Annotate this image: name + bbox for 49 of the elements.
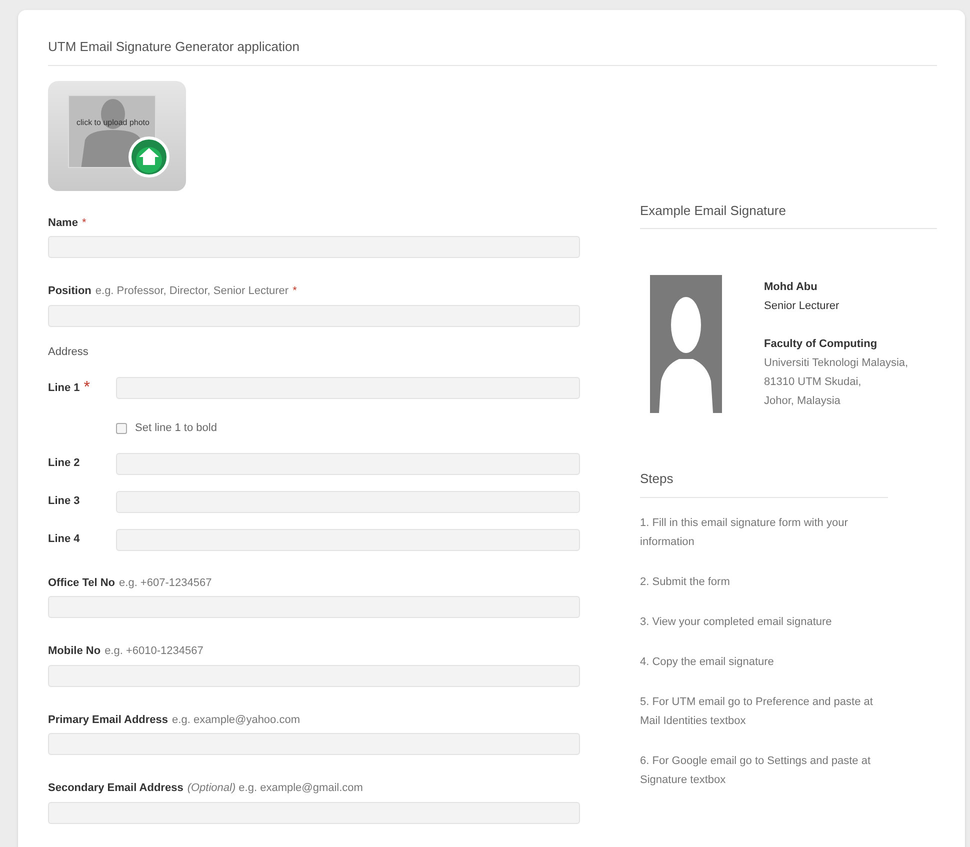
input-field[interactable] [48, 304, 580, 326]
step-text: 4. Copy the email signature [640, 654, 775, 670]
field-label: Name [48, 216, 78, 230]
step-text: 6. For Google email go to Settings and paste at Signature textbox [640, 754, 872, 788]
upload-icon [128, 136, 170, 178]
required-asterisk: * [82, 216, 86, 230]
required-asterisk: * [84, 378, 90, 398]
input-field[interactable] [48, 802, 580, 824]
field-label: Line 1 [48, 380, 80, 396]
signature-text: Johor, Malaysia [764, 394, 842, 409]
input-field[interactable] [48, 664, 580, 686]
photo-upload-button[interactable]: click to upload photo [48, 80, 186, 190]
signature-text: Senior Lecturer [764, 299, 840, 314]
field-label: Primary Email Address [48, 712, 168, 728]
field-hint: e.g. +6010-1234567 [104, 644, 204, 659]
input-field[interactable] [116, 377, 580, 399]
input-field[interactable] [48, 733, 580, 755]
page-title: UTM Email Signature Generator application [48, 37, 937, 66]
input-field[interactable] [116, 452, 580, 474]
upload-caption: click to upload photo [76, 118, 150, 126]
field-hint: e.g. Professor, Director, Senior Lecturer [95, 284, 289, 299]
field-label: Position [48, 284, 92, 299]
signature-text: Mohd Abu [764, 280, 818, 295]
section-heading: Example Email Signature [640, 200, 937, 229]
field-label: Secondary Email Address [48, 781, 184, 796]
section-label: Address [48, 344, 90, 360]
signature-text: Universiti Teknologi Malaysia, [764, 356, 908, 371]
input-field[interactable] [116, 490, 580, 512]
signature-text: 81310 UTM Skudai, [764, 375, 862, 390]
field-label: Line 2 [48, 456, 80, 472]
field-label: Mobile No [48, 644, 101, 659]
step-text: 2. Submit the form [640, 574, 731, 590]
required-asterisk: * [292, 284, 297, 299]
section-heading: Steps [640, 469, 888, 498]
input-field[interactable] [48, 596, 580, 618]
checkbox[interactable] [116, 422, 127, 434]
input-field[interactable] [48, 236, 580, 258]
signature-text: Faculty of Computing [764, 337, 878, 352]
step-text: 1. Fill in this email signature form with your information [640, 516, 849, 550]
field-label: Office Tel No [48, 576, 116, 590]
checkbox-label: Set line 1 to bold [135, 421, 217, 436]
field-label: Line 4 [48, 532, 80, 548]
step-text: 5. For UTM email go to Preference and paste at Mail Identities textbox [640, 694, 874, 728]
input-field[interactable] [116, 528, 580, 550]
step-text: 3. View your completed email signature [640, 614, 833, 630]
field-label: Line 3 [48, 494, 80, 510]
field-hint: e.g. +607-1234567 [119, 576, 212, 590]
field-hint: e.g. example@yahoo.com [172, 712, 300, 728]
field-hint: (Optional) e.g. example@gmail.com [187, 781, 363, 796]
